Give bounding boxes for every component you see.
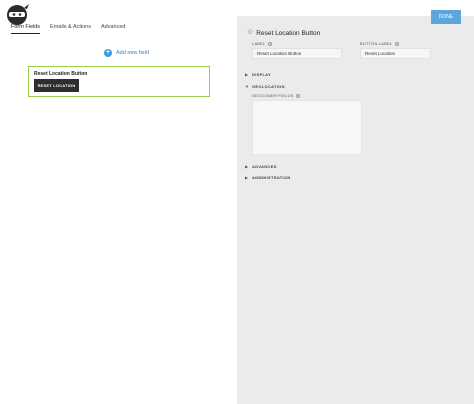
add-new-field-label: Add new field <box>116 50 150 56</box>
section-geolocation[interactable]: ▼ GEOLOCATION <box>245 84 285 89</box>
caret-right-icon: ▶ <box>245 175 249 180</box>
field-card-title: Reset Location Button <box>34 71 88 77</box>
label-input[interactable]: Reset Location Button <box>252 48 342 59</box>
settings-title: ☆ Reset Location Button <box>247 29 320 37</box>
button-label-heading: BUTTON LABEL? <box>360 41 400 46</box>
done-button[interactable]: DONE <box>431 10 461 24</box>
field-settings-panel <box>237 16 474 404</box>
field-card-reset-location[interactable]: Reset Location Button RESET LOCATION <box>28 66 210 97</box>
plus-circle-icon: + <box>104 49 112 57</box>
tab-form-fields[interactable]: Form Fields <box>11 24 41 34</box>
help-icon[interactable]: ? <box>395 41 400 46</box>
geocoder-fields-box[interactable] <box>252 100 362 155</box>
help-icon[interactable]: ? <box>296 93 301 98</box>
help-icon[interactable]: ? <box>268 41 273 46</box>
button-label-input[interactable]: Reset Location <box>360 48 431 59</box>
section-display[interactable]: ▶ DISPLAY <box>245 72 271 77</box>
reset-location-preview-button[interactable]: RESET LOCATION <box>34 79 79 92</box>
ninja-forms-logo-icon <box>7 4 29 25</box>
geocoder-fields-heading: GEOCODER FIELDS? <box>252 93 301 98</box>
tab-advanced[interactable]: Advanced <box>101 24 125 34</box>
caret-down-icon: ▼ <box>245 84 249 89</box>
add-new-field-button[interactable]: + Add new field <box>104 49 149 57</box>
caret-right-icon: ▶ <box>245 72 249 77</box>
caret-right-icon: ▶ <box>245 164 249 169</box>
section-advanced[interactable]: ▶ ADVANCED <box>245 164 277 169</box>
tab-emails-actions[interactable]: Emails & Actions <box>50 24 91 34</box>
label-heading: LABEL? <box>252 41 273 46</box>
section-administration[interactable]: ▶ ADMINISTRATION <box>245 175 291 180</box>
settings-title-text: Reset Location Button <box>256 29 321 37</box>
star-icon[interactable]: ☆ <box>247 29 253 37</box>
builder-tabs: Form Fields Emails & Actions Advanced <box>11 24 125 34</box>
